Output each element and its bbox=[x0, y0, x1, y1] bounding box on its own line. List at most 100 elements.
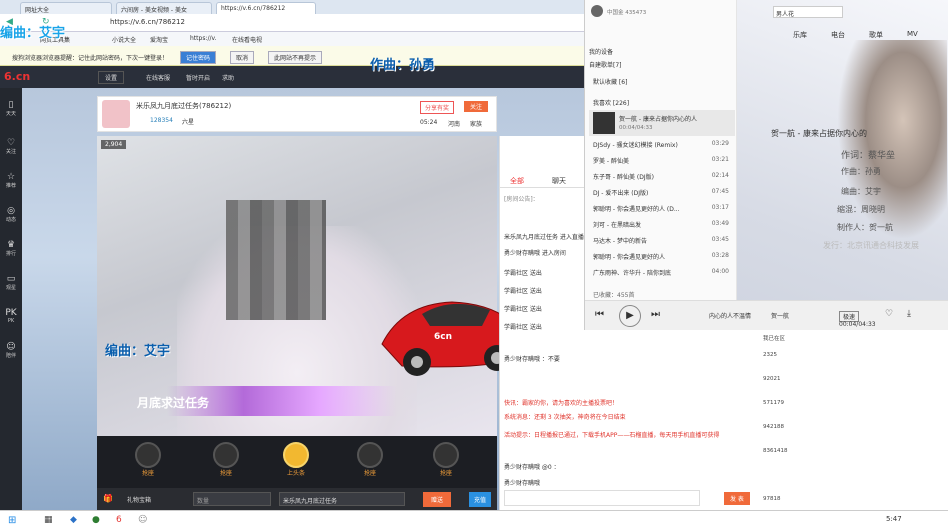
seat-2[interactable]: 上头条 bbox=[275, 442, 317, 477]
now-playing-row[interactable]: 贺一航 - 康来占据你内心的人 00:04/04:33 bbox=[589, 110, 735, 136]
gift-box-label[interactable]: 礼物宝箱 bbox=[127, 495, 151, 504]
audience-row[interactable]: 2325 bbox=[763, 352, 777, 358]
seat-4-label: 抢座 bbox=[439, 470, 452, 477]
song-row[interactable]: 郭聪明 - 你会遇见更好的人 (D... 03:17 bbox=[593, 204, 733, 218]
sidebar-item-0[interactable]: ▯ 天天 bbox=[0, 100, 22, 117]
seat-0-avatar bbox=[135, 442, 161, 468]
help-link[interactable]: 求助 bbox=[222, 73, 234, 82]
cancel-button[interactable]: 取消 bbox=[230, 51, 255, 64]
music-tab-radio[interactable]: 电台 bbox=[831, 30, 845, 40]
file-explorer-icon[interactable]: ▦ bbox=[44, 515, 53, 525]
audience-row[interactable]: 571179 bbox=[763, 400, 784, 406]
music-tab-playlist[interactable]: 歌单 bbox=[869, 30, 883, 40]
song-row[interactable]: DJ - 爱不出来 (DJ版) 07:45 bbox=[593, 188, 733, 202]
tab-2[interactable]: 六间房 - 美女视频 - 美女 bbox=[116, 2, 212, 14]
open-link[interactable]: 暂时开启 bbox=[186, 73, 210, 82]
song-row[interactable]: 郭聪明 - 你会遇见更好的人 03:28 bbox=[593, 252, 733, 266]
music-sidebar: 中国金 435473 我的设备 自建歌单[7] 默认收藏 [6] 我喜欢 [22… bbox=[585, 0, 737, 330]
tab-all[interactable]: 全部 bbox=[510, 176, 524, 186]
heart-icon: ♡ bbox=[6, 138, 16, 148]
settings-button[interactable]: 设置 bbox=[98, 71, 125, 84]
never-remind-button[interactable]: 此网站不再提示 bbox=[268, 51, 323, 64]
tab-chat[interactable]: 聊天 bbox=[552, 176, 566, 186]
seat-1[interactable]: 抢座 bbox=[205, 442, 247, 477]
follow-button[interactable]: 关注 bbox=[464, 101, 489, 112]
anchor-avatar[interactable] bbox=[102, 100, 130, 128]
gift-count-input[interactable]: 数量 bbox=[193, 492, 271, 506]
qq-icon[interactable]: ☺ bbox=[138, 515, 147, 525]
heart-icon[interactable]: ♡ bbox=[885, 309, 893, 319]
gift-box-icon[interactable]: 🎁 bbox=[103, 494, 113, 503]
song-duration: 03:49 bbox=[711, 220, 729, 227]
song-title: 东子哥 - 醉仙美 (DJ版) bbox=[593, 174, 654, 181]
pk-icon: PK bbox=[5, 308, 17, 318]
music-side-2[interactable]: 默认收藏 [6] bbox=[593, 77, 627, 86]
song-title: 刘可 - 在黑暗出发 bbox=[593, 222, 641, 229]
6cn-icon[interactable]: 6 bbox=[116, 515, 122, 525]
browser-icon[interactable]: ● bbox=[92, 515, 100, 525]
chat-input[interactable] bbox=[504, 490, 700, 506]
sidebar-item-6[interactable]: PK PK bbox=[0, 308, 22, 324]
app-icon[interactable]: ◆ bbox=[70, 515, 77, 525]
sidebar-item-2[interactable]: ☆ 推荐 bbox=[0, 172, 22, 189]
sidebar-item-5[interactable]: ▭ 观星 bbox=[0, 274, 22, 291]
sidebar-item-7[interactable]: ☺ 陪伴 bbox=[0, 342, 22, 359]
song-row[interactable]: DJSdy - 骚女迷幻模接 (Remix) 03:29 bbox=[593, 140, 733, 154]
now-playing-time: 00:04/04:33 bbox=[619, 125, 653, 131]
chat-line-9: 活动提示：日程播报已通过，下载手机APP——石榴直播，每天用手机直播可获得 bbox=[504, 432, 720, 439]
anchor-level: 六星 bbox=[182, 119, 195, 126]
play-icon[interactable]: ▶ bbox=[619, 305, 641, 327]
url-field[interactable]: https://v.6.cn/786212 bbox=[110, 18, 185, 26]
music-search-input[interactable]: 男人花 bbox=[773, 6, 843, 18]
fav-4[interactable]: 在线看电视 bbox=[232, 35, 262, 44]
song-row[interactable]: 马达木 - 梦中的新告 03:45 bbox=[593, 236, 733, 250]
start-icon[interactable]: ⊞ bbox=[8, 515, 16, 526]
sidebar-item-1[interactable]: ♡ 关注 bbox=[0, 138, 22, 155]
song-row[interactable]: 罗美 - 醉仙美 03:21 bbox=[593, 156, 733, 170]
customer-service-link[interactable]: 在线客服 bbox=[146, 73, 170, 82]
sidebar-item-3[interactable]: ◎ 动态 bbox=[0, 206, 22, 223]
fav-2[interactable]: 爱淘宝 bbox=[150, 35, 168, 44]
audience-row[interactable]: 942188 bbox=[763, 424, 784, 430]
music-side-3[interactable]: 我喜欢 [226] bbox=[593, 98, 629, 107]
music-side-0[interactable]: 我的设备 bbox=[589, 47, 613, 56]
song-duration: 03:17 bbox=[711, 204, 729, 211]
audience-row[interactable]: 97818 bbox=[763, 496, 781, 502]
seat-4[interactable]: 抢座 bbox=[425, 442, 467, 477]
charge-button[interactable]: 充值 bbox=[469, 492, 492, 507]
seat-3[interactable]: 抢座 bbox=[349, 442, 391, 477]
song-row[interactable]: 东子哥 - 醉仙美 (DJ版) 02:14 bbox=[593, 172, 733, 186]
feed-icon: ◎ bbox=[7, 206, 15, 216]
music-avatar[interactable] bbox=[591, 5, 603, 17]
chat-send-button[interactable]: 发 表 bbox=[724, 492, 750, 505]
chat-line-7: 快讯：霸家的你，请为喜欢的主播投票吧！ bbox=[504, 400, 619, 407]
remember-password-button[interactable]: 记住密码 bbox=[180, 51, 217, 64]
audience-row[interactable]: 92021 bbox=[763, 376, 781, 382]
download-icon[interactable]: ⤓ bbox=[907, 309, 911, 319]
share-button[interactable]: 分享有奖 bbox=[420, 101, 455, 114]
fav-3[interactable]: https://v. bbox=[190, 35, 217, 42]
site-logo[interactable]: 6.cn bbox=[4, 70, 30, 83]
tab-3[interactable]: https://v.6.cn/786212 bbox=[216, 2, 316, 14]
anchor-title: 米乐凤九月底过任务(786212) bbox=[136, 102, 232, 110]
seat-2-avatar bbox=[283, 442, 309, 468]
song-row[interactable]: 广东雨神、许华升 - 陪你到底 04:00 bbox=[593, 268, 733, 282]
music-side-1[interactable]: 自建歌单[7] bbox=[589, 60, 622, 69]
song-row[interactable]: 刘可 - 在黑暗出发 03:49 bbox=[593, 220, 733, 234]
gift-target-select[interactable]: 米乐凤九月底过任务 bbox=[279, 492, 405, 506]
companion-icon: ☺ bbox=[6, 342, 16, 352]
composer-overlay: 编曲：艾宇 bbox=[105, 344, 171, 359]
next-icon[interactable]: ⏭ bbox=[651, 309, 660, 320]
tv-icon: ▭ bbox=[6, 274, 16, 284]
send-gift-button[interactable]: 赠送 bbox=[423, 492, 452, 507]
sidebar-item-4[interactable]: ♛ 排行 bbox=[0, 240, 22, 257]
fav-1[interactable]: 小说大全 bbox=[112, 35, 136, 44]
tab-1[interactable]: 网址大全 bbox=[20, 2, 112, 14]
prev-icon[interactable]: ⏮ bbox=[595, 309, 604, 320]
audience-row[interactable]: 8361418 bbox=[763, 448, 788, 454]
lyric-2: 编曲：艾宇 bbox=[841, 187, 881, 196]
now-playing-title: 贺一航 - 康来占据你内心的人 bbox=[619, 116, 697, 123]
music-tab-library[interactable]: 乐库 bbox=[793, 30, 807, 40]
music-tab-mv[interactable]: MV bbox=[907, 30, 918, 38]
seat-0[interactable]: 抢座 bbox=[127, 442, 169, 477]
